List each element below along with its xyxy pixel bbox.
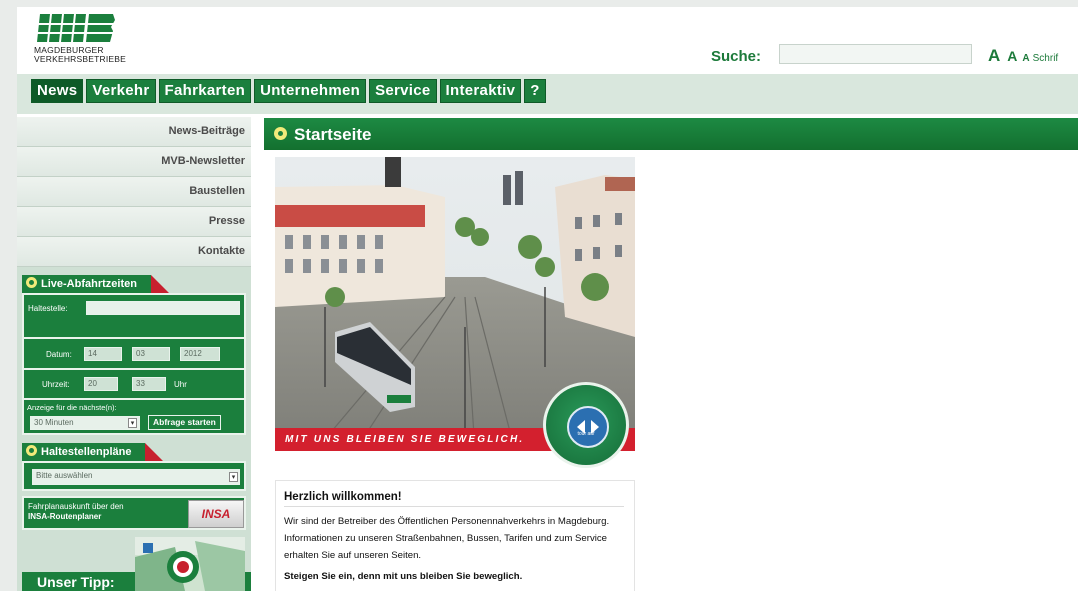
live-departures-tab: Live-Abfahrtzeiten <box>22 275 169 293</box>
date-year-input[interactable]: 2012 <box>180 347 220 361</box>
insa-line-1: Fahrplanauskunft über den <box>28 502 124 511</box>
tipp-image[interactable] <box>135 537 245 591</box>
nav-item-unternehmen[interactable]: Unternehmen <box>254 79 367 103</box>
range-value: 30 Minuten <box>34 418 74 427</box>
time-hour-input[interactable]: 20 <box>84 377 118 391</box>
font-size-large-button[interactable]: A <box>988 46 1000 65</box>
sidebar-item-presse[interactable]: Presse <box>17 207 251 237</box>
stop-plans-select-value: Bitte auswählen <box>36 471 93 480</box>
stop-plans-title: Haltestellenpläne <box>41 446 132 458</box>
sidebar-item-kontakte[interactable]: Kontakte <box>17 237 251 267</box>
stop-icon <box>26 445 37 456</box>
clock-icon <box>26 277 37 288</box>
date-label: Datum: <box>46 350 72 359</box>
stop-plans-widget: Haltestellenpläne Bitte auswählen ▾ <box>22 443 246 493</box>
stop-plans-tab: Haltestellenpläne <box>22 443 165 461</box>
stop-plans-select[interactable]: Bitte auswählen <box>32 469 240 485</box>
nav-item-interaktiv[interactable]: Interaktiv <box>439 79 522 103</box>
insa-logo-text: INSA <box>201 507 231 521</box>
sidebar: News-Beiträge MVB-Newsletter Baustellen … <box>17 117 251 591</box>
insa-widget[interactable]: Fahrplanauskunft über den INSA-Routenpla… <box>22 496 246 530</box>
insa-box: Fahrplanauskunft über den INSA-Routenpla… <box>22 496 246 530</box>
font-size-controls: A A A Schrif <box>988 46 1058 66</box>
nav-item-help[interactable]: ? <box>524 79 546 103</box>
welcome-slogan: Steigen Sie ein, denn mit uns bleiben Si… <box>284 571 523 582</box>
logo-line-2: VERKEHRSBETRIEBE <box>34 54 127 64</box>
divider <box>24 337 244 339</box>
page: MAGDEBURGER VERKEHRSBETRIEBE Suche: AAAS… <box>17 7 1078 591</box>
divider <box>24 368 244 370</box>
live-departures-title: Live-Abfahrtzeiten <box>41 278 137 290</box>
home-icon <box>274 127 287 140</box>
page-title-bar: Startseite <box>264 118 1078 150</box>
time-unit: Uhr <box>174 380 187 389</box>
sidebar-item-newsletter[interactable]: MVB-Newsletter <box>17 147 251 177</box>
time-minute-input[interactable]: 33 <box>132 377 166 391</box>
date-day-input[interactable]: 14 <box>84 347 122 361</box>
page-title: Startseite <box>294 125 372 144</box>
tipp-label: Unser Tipp: <box>37 574 115 590</box>
main-nav: News Verkehr Fahrkarten Unternehmen Serv… <box>31 79 546 103</box>
arrows-icon <box>567 406 609 448</box>
font-size-medium-button[interactable]: A <box>1007 48 1017 64</box>
stop-plans-box: Bitte auswählen ▾ <box>22 461 246 491</box>
chevron-down-icon[interactable]: ▾ <box>229 472 238 482</box>
nav-item-verkehr[interactable]: Verkehr <box>86 79 156 103</box>
sidebar-item-baustellen[interactable]: Baustellen <box>17 177 251 207</box>
tipp-illustration <box>135 537 245 591</box>
insa-logo: INSA <box>188 500 244 528</box>
submit-query-button[interactable]: Abfrage starten <box>148 415 221 430</box>
time-label: Uhrzeit: <box>42 380 70 389</box>
tour-badge-text: tour auf <box>577 431 595 437</box>
range-select[interactable]: 30 Minuten <box>30 416 140 430</box>
search-label: Suche: <box>711 48 762 65</box>
arrows-icon-graphic <box>577 420 599 434</box>
stop-input[interactable] <box>86 301 240 315</box>
date-month-input[interactable]: 03 <box>132 347 170 361</box>
insa-line-2: INSA-Routenplaner <box>28 512 102 521</box>
live-departures-form: Haltestelle: Datum: 14 03 2012 Uhrzeit: … <box>22 293 246 435</box>
range-label: Anzeige für die nächste(n): <box>27 403 117 412</box>
welcome-title: Herzlich willkommen! <box>284 491 402 503</box>
welcome-box: Herzlich willkommen! Wir sind der Betrei… <box>275 480 635 591</box>
font-size-label: Schrif <box>1032 53 1059 64</box>
live-departures-widget: Live-Abfahrtzeiten Haltestelle: Datum: 1… <box>22 275 246 435</box>
welcome-text: Wir sind der Betreiber des Öffentlichen … <box>284 516 610 561</box>
stop-label: Haltestelle: <box>28 304 68 313</box>
chevron-down-icon[interactable]: ▾ <box>128 418 137 428</box>
tour-badge[interactable]: tour auf <box>543 382 629 468</box>
nav-item-fahrkarten[interactable]: Fahrkarten <box>158 79 252 103</box>
divider <box>24 398 244 400</box>
nav-item-news[interactable]: News <box>31 79 84 103</box>
sidebar-item-news-beitraege[interactable]: News-Beiträge <box>17 117 251 147</box>
search-input[interactable] <box>779 44 972 64</box>
font-size-small-button[interactable]: A <box>1022 53 1029 64</box>
divider <box>284 506 624 507</box>
mvb-logo-mark <box>34 14 116 42</box>
nav-item-service[interactable]: Service <box>369 79 437 103</box>
